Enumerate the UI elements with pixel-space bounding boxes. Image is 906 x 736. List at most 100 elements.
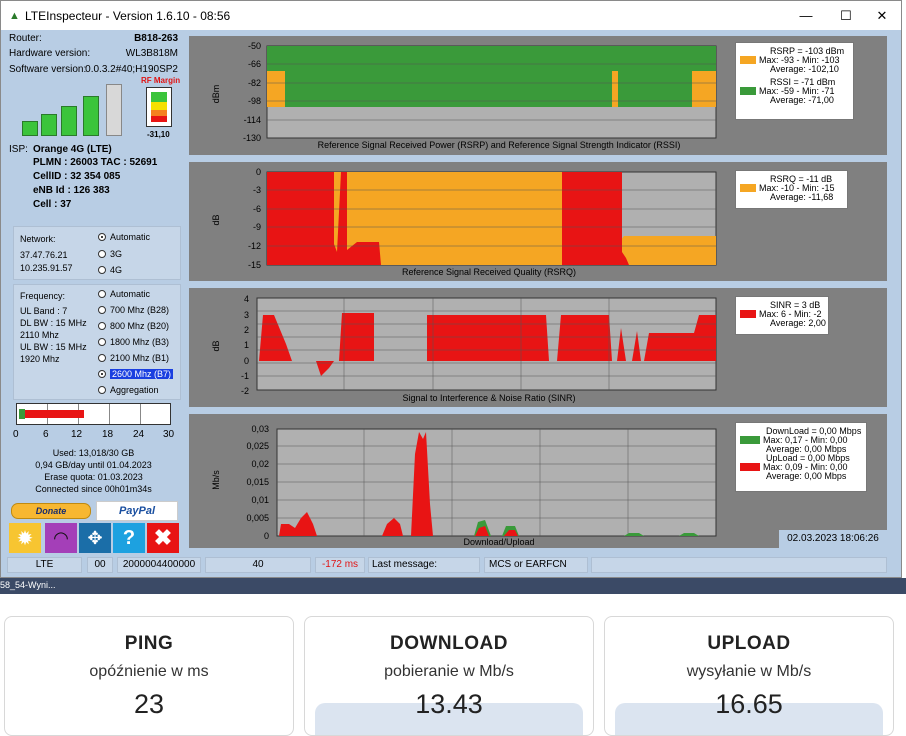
hardware-value: WL3B818M: [125, 48, 178, 59]
help-icon[interactable]: ?: [113, 523, 145, 553]
upload-subtitle: wysyłanie w Mb/s: [686, 663, 812, 680]
frequency-label: Frequency:: [20, 291, 66, 301]
upload-legend-swatch: [740, 463, 760, 471]
exit-icon[interactable]: ✖: [147, 523, 179, 553]
rsrp-tick: -50: [248, 41, 261, 51]
freq-option-b28[interactable]: 700 Mhz (B28): [98, 305, 169, 315]
quota-perday: 0,94 GB/day until 01.04.2023: [35, 460, 152, 470]
signal-bar-3: [61, 106, 77, 136]
load-tick: 0,015: [246, 477, 269, 487]
rsrp-caption: Reference Signal Received Power (RSRP) a…: [318, 140, 681, 150]
ping-title: PING: [124, 633, 174, 654]
rsrq-legend-line: Average: -11,68: [770, 192, 834, 202]
minimize-button[interactable]: —: [787, 1, 825, 30]
rsrp-legend: RSRP = -103 dBm Max: -93 - Min: -103 Ave…: [735, 42, 854, 120]
upload-title: UPLOAD: [707, 633, 791, 654]
rsrq-caption: Reference Signal Received Quality (RSRQ): [402, 267, 576, 277]
rsrp-legend-swatch: [740, 56, 756, 64]
software-label: Software version:: [9, 64, 87, 75]
freq-info-0: UL Band : 7: [20, 306, 68, 316]
load-chart-panel: Mb/s 0,03 0,025 0,02 0,015 0,01 0,005 0 …: [189, 414, 887, 548]
network-ip1: 37.47.76.21: [20, 250, 68, 260]
rsrp-ylabel: dBm: [211, 85, 221, 104]
status-last-message-label: Last message:: [368, 557, 480, 573]
datetime-label: 02.03.2023 18:06:26: [779, 530, 887, 548]
app-window: ▲ LTEInspecteur - Version 1.6.10 - 08:56…: [0, 0, 902, 578]
rsrp-segment: [267, 71, 285, 107]
quota-info: Used: 13,018/30 GB 0,94 GB/day until 01.…: [1, 447, 186, 495]
rsrp-tick: -98: [248, 96, 261, 106]
quota-tick: 24: [133, 429, 145, 440]
load-caption: Download/Upload: [463, 537, 534, 547]
speedometer-icon[interactable]: ◠: [45, 523, 77, 553]
rssi-area: [267, 46, 716, 71]
rsrp-tick: -82: [248, 78, 261, 88]
download-title: DOWNLOAD: [390, 633, 508, 654]
quota-tick: 30: [163, 429, 175, 440]
paypal-logo[interactable]: PayPal: [96, 501, 178, 521]
settings-gear-icon[interactable]: ✹: [9, 523, 41, 553]
rf-margin-value: -31,10: [147, 130, 170, 139]
signal-bar-1: [22, 121, 38, 136]
quota-bar: [16, 403, 171, 425]
load-ylabel: Mb/s: [211, 470, 221, 490]
freq-option-b1[interactable]: 2100 Mhz (B1): [98, 353, 169, 363]
rsrq-tick: -12: [248, 241, 261, 251]
rsrq-tick: -6: [253, 204, 261, 214]
maximize-button[interactable]: ☐: [827, 1, 865, 30]
sinr-caption: Signal to Interference & Noise Ratio (SI…: [402, 393, 575, 403]
load-tick: 0: [264, 531, 269, 541]
rssi-legend-line: Average: -71,00: [770, 95, 834, 105]
network-panel: Network: 37.47.76.21 10.235.91.57 Automa…: [13, 226, 181, 280]
freq-info-2: 2110 Mhz: [20, 330, 59, 340]
rsrq-tick: -15: [248, 260, 261, 270]
freq-info-3: UL BW : 15 MHz: [20, 342, 87, 352]
status-id: 2000004400000: [117, 557, 201, 573]
rsrq-legend: RSRQ = -11 dB Max: -10 - Min: -15 Averag…: [735, 170, 848, 209]
ping-card: PING opóźnienie w ms 23: [4, 616, 294, 736]
signal-bar-4: [83, 96, 99, 136]
quota-tick: 0: [13, 429, 19, 440]
status-code: 00: [87, 557, 113, 573]
rsrp-tick: -130: [243, 133, 261, 143]
status-num: 40: [205, 557, 311, 573]
freq-option-b3[interactable]: 1800 Mhz (B3): [98, 337, 169, 347]
rsrq-tick: 0: [256, 167, 261, 177]
signal-bar-5: [106, 84, 122, 136]
quota-tick: 18: [102, 429, 114, 440]
quota-erase: Erase quota: 01.03.2023: [44, 472, 143, 482]
download-subtitle: pobieranie w Mb/s: [384, 663, 514, 680]
freq-option-automatic[interactable]: Automatic: [98, 289, 150, 299]
software-value: 0.0.3.2#40;H190SP2: [85, 64, 178, 75]
rf-margin-label: RF Margin: [141, 76, 181, 85]
sinr-legend-swatch: [740, 310, 756, 318]
rsrq-legend-swatch: [740, 184, 756, 192]
taskbar-item[interactable]: 58_54-Wyni...: [0, 580, 55, 590]
isp-cellid: CellID : 32 354 085: [33, 171, 121, 182]
quota-tick: 12: [71, 429, 83, 440]
freq-info-1: DL BW : 15 MHz: [20, 318, 87, 328]
load-plot-area: [276, 428, 717, 537]
network-option-4g[interactable]: 4G: [98, 265, 122, 275]
load-legend: DownLoad = 0,00 Mbps Max: 0,17 - Min: 0,…: [735, 422, 867, 492]
rsrq-area-red: [562, 172, 629, 265]
isp-plmn: PLMN : 26003 TAC : 52691: [33, 157, 158, 168]
move-arrows-icon[interactable]: ✥: [79, 523, 111, 553]
isp-name: Orange 4G (LTE): [33, 144, 112, 155]
paypal-label: PayPal: [118, 505, 156, 517]
donate-button[interactable]: Donate: [11, 503, 91, 519]
quota-used: Used: 13,018/30 GB: [52, 448, 135, 458]
close-button[interactable]: ✕: [863, 1, 901, 30]
freq-option-b20[interactable]: 800 Mhz (B20): [98, 321, 169, 331]
network-option-3g[interactable]: 3G: [98, 249, 122, 259]
info-sidebar: Router: B818-263 Hardware version: WL3B8…: [1, 30, 186, 553]
router-value: B818-263: [134, 33, 178, 44]
download-card: DOWNLOAD pobieranie w Mb/s 13.43: [304, 616, 594, 736]
signal-bar-2: [41, 114, 57, 136]
rsrq-tick: -9: [253, 222, 261, 232]
rsrq-chart-panel: dB 0 -3 -6 -9 -12 -15 Reference Signal R…: [189, 162, 887, 281]
freq-option-aggregation[interactable]: Aggregation: [98, 385, 159, 395]
title-bar[interactable]: ▲ LTEInspecteur - Version 1.6.10 - 08:56…: [1, 1, 901, 30]
freq-option-b7[interactable]: 2600 Mhz (B7): [98, 369, 174, 379]
network-option-automatic[interactable]: Automatic: [98, 232, 150, 242]
